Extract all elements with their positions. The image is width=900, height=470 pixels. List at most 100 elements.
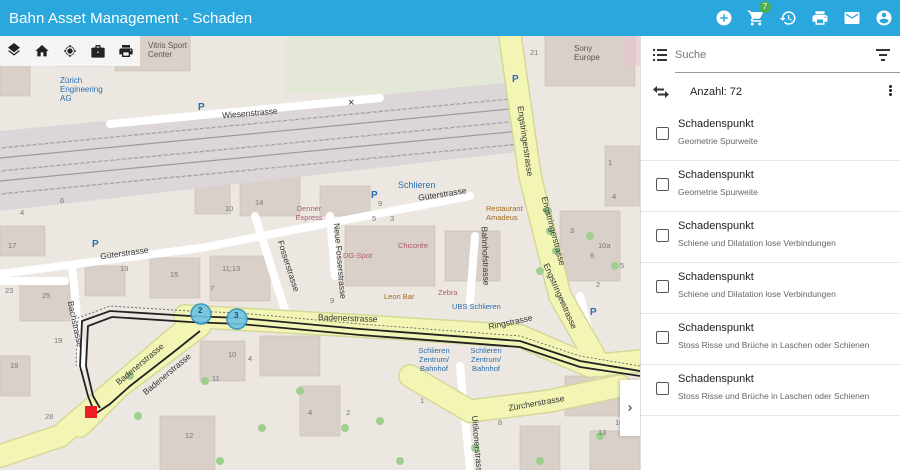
svg-text:P: P: [371, 190, 378, 201]
house-number: 19: [54, 336, 63, 345]
house-number: 5: [620, 261, 625, 270]
item-checkbox[interactable]: [656, 331, 669, 344]
layers-icon: [8, 43, 20, 56]
house-number: 2: [346, 408, 351, 417]
house-number: 8: [498, 418, 503, 427]
swap-icon[interactable]: [653, 86, 669, 98]
print-icon: [119, 45, 133, 57]
result-count: Anzahl: 72: [690, 86, 742, 98]
cluster-count-3: 3: [234, 311, 239, 320]
cluster-count-2: 2: [198, 306, 203, 315]
mail-button[interactable]: [836, 0, 868, 36]
house-number: 10: [228, 350, 237, 359]
place-label: Schlieren Zentrum/ Bahnhof: [418, 346, 450, 373]
cart-button[interactable]: 7: [740, 0, 772, 36]
item-subtitle: Stoss Risse und Brüche in Laschen oder S…: [678, 391, 870, 401]
house-number: 13: [598, 428, 607, 437]
collapse-panel-button[interactable]: [620, 380, 640, 436]
item-checkbox[interactable]: [656, 127, 669, 140]
count-row: Anzahl: 72: [641, 74, 900, 110]
house-number: 6: [60, 196, 65, 205]
account-button[interactable]: [868, 0, 900, 36]
place-label: Zebra: [438, 288, 458, 297]
place-label: Schlieren: [398, 180, 436, 190]
house-number: 11;13: [222, 264, 241, 273]
mail-icon: [844, 12, 860, 24]
search-input[interactable]: [675, 46, 871, 64]
house-number: 4: [20, 208, 25, 217]
house-number: 15: [170, 270, 179, 279]
house-number: 25: [42, 291, 51, 300]
locate-button[interactable]: [56, 36, 84, 66]
search-underline: [675, 72, 900, 73]
map-print-button[interactable]: [112, 36, 140, 66]
list-item[interactable]: Schadenspunkt Geometrie Spurweite: [641, 161, 900, 212]
house-number: 14: [255, 198, 264, 207]
locate-icon: [64, 45, 76, 57]
list-item[interactable]: Schadenspunkt Schiene und Dilatation los…: [641, 263, 900, 314]
history-button[interactable]: [772, 0, 804, 36]
house-number: 23: [5, 286, 14, 295]
house-number: 1: [420, 396, 425, 405]
item-checkbox[interactable]: [656, 382, 669, 395]
damage-list: Schadenspunkt Geometrie Spurweite Schade…: [641, 110, 900, 416]
item-checkbox[interactable]: [656, 178, 669, 191]
place-label: DG-Spot: [343, 251, 373, 260]
home-button[interactable]: [28, 36, 56, 66]
map-view[interactable]: P P P P P × 2 3 Wiesenstrasse Güterstras…: [0, 36, 640, 470]
map-toolbar: [0, 36, 140, 66]
account-icon: [876, 10, 892, 26]
damage-marker[interactable]: [85, 406, 97, 418]
house-number: 9: [330, 296, 335, 305]
place-label: Denner Express: [295, 204, 323, 222]
chevron-right-icon: [628, 405, 632, 411]
top-app-bar: Bahn Asset Management - Schaden 7: [0, 0, 900, 36]
house-number: 5: [372, 214, 377, 223]
list-item[interactable]: Schadenspunkt Schiene und Dilatation los…: [641, 212, 900, 263]
layers-button[interactable]: [0, 36, 28, 66]
house-number: 7: [210, 284, 215, 293]
briefcase-icon: [91, 45, 105, 58]
add-button[interactable]: [708, 0, 740, 36]
place-label: Sony Europe: [574, 44, 600, 62]
house-number: 6: [590, 251, 595, 260]
house-number: 3: [390, 214, 395, 223]
app-title: Bahn Asset Management - Schaden: [9, 9, 253, 27]
svg-text:P: P: [512, 74, 519, 85]
top-actions: 7: [708, 0, 900, 36]
list-item[interactable]: Schadenspunkt Stoss Risse und Brüche in …: [641, 365, 900, 416]
house-number: 2: [596, 280, 601, 289]
list-item[interactable]: Schadenspunkt Stoss Risse und Brüche in …: [641, 314, 900, 365]
item-title: Schadenspunkt: [678, 322, 754, 334]
history-icon: [779, 11, 796, 25]
more-vert-icon[interactable]: [888, 84, 892, 98]
list-icon: [653, 49, 667, 61]
house-number: 10: [225, 204, 234, 213]
svg-text:P: P: [92, 239, 99, 250]
print-icon: [812, 11, 828, 25]
place-label: Leon Bar: [384, 292, 415, 301]
item-title: Schadenspunkt: [678, 118, 754, 130]
item-subtitle: Schiene und Dilatation lose Verbindungen: [678, 238, 836, 248]
item-title: Schadenspunkt: [678, 271, 754, 283]
house-number: 3: [570, 226, 575, 235]
list-item[interactable]: Schadenspunkt Geometrie Spurweite: [641, 110, 900, 161]
search-row: [641, 36, 900, 74]
item-checkbox[interactable]: [656, 229, 669, 242]
house-number: 17: [8, 241, 17, 250]
house-number: 1: [608, 158, 613, 167]
print-button[interactable]: [804, 0, 836, 36]
house-number: 4: [248, 354, 253, 363]
filter-icon[interactable]: [876, 49, 890, 61]
house-number: 4: [612, 192, 617, 201]
app-root: Bahn Asset Management - Schaden 7 P P P …: [0, 0, 900, 470]
item-title: Schadenspunkt: [678, 169, 754, 181]
street-label: Bahnhofstrasse: [479, 226, 492, 286]
place-label: Chicorée: [398, 241, 429, 250]
item-title: Schadenspunkt: [678, 373, 754, 385]
item-subtitle: Geometrie Spurweite: [678, 136, 758, 146]
item-checkbox[interactable]: [656, 280, 669, 293]
house-number: 10a: [598, 241, 611, 250]
cart-count-badge: 7: [759, 1, 771, 13]
briefcase-button[interactable]: [84, 36, 112, 66]
